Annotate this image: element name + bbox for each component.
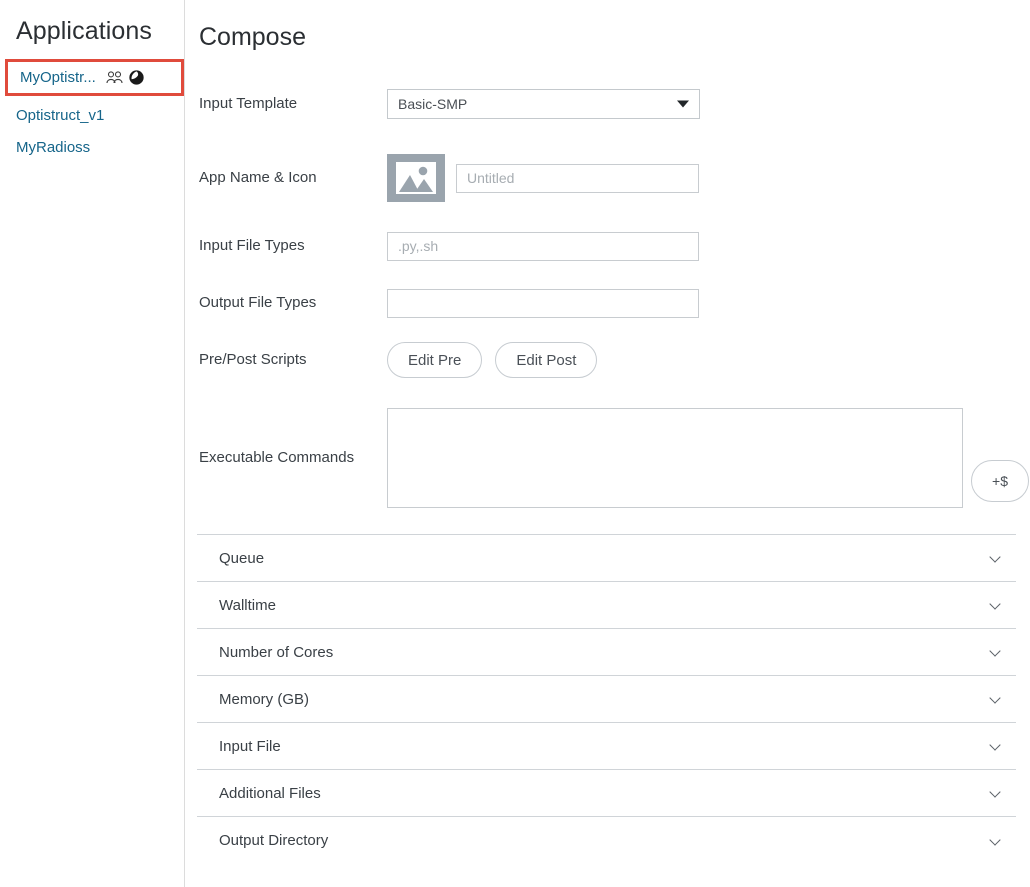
page-title: Compose xyxy=(199,23,306,51)
accordion-item-output-directory[interactable]: Output Directory xyxy=(197,817,1016,864)
sidebar-item-label: MyOptistr... xyxy=(20,69,96,86)
pre-post-scripts-control: Edit Pre Edit Post xyxy=(387,342,598,378)
row-output-file-types: Output File Types xyxy=(199,281,1030,325)
sidebar-item-myoptistruct[interactable]: MyOptistr... xyxy=(5,59,184,96)
chevron-down-icon xyxy=(990,646,1002,658)
input-file-types-label: Input File Types xyxy=(199,237,305,254)
sidebar-item-label: Optistruct_v1 xyxy=(16,106,105,124)
app-name-icon-control xyxy=(387,154,699,202)
output-file-types-label: Output File Types xyxy=(199,294,317,311)
executable-commands-control xyxy=(387,408,963,508)
edit-post-button[interactable]: Edit Post xyxy=(495,342,598,378)
pre-post-scripts-label: Pre/Post Scripts xyxy=(199,351,307,368)
globe-icon[interactable] xyxy=(129,70,144,85)
chevron-down-icon xyxy=(990,740,1002,752)
accordion-label: Walltime xyxy=(219,596,276,614)
input-template-label: Input Template xyxy=(199,95,298,112)
input-file-types-control xyxy=(387,231,699,261)
input-template-select[interactable]: Basic-SMP xyxy=(387,89,700,119)
input-template-value: Basic-SMP xyxy=(398,96,468,112)
compose-form: Input Template Basic-SMP App Name & Icon xyxy=(185,82,1030,514)
output-file-types-input[interactable] xyxy=(387,288,699,318)
chevron-down-icon xyxy=(990,552,1002,564)
accordion-label: Output Directory xyxy=(219,832,329,849)
app-name-input[interactable] xyxy=(456,163,699,193)
applications-sidebar: Applications MyOptistr... Optistruct_v1 … xyxy=(0,0,185,887)
executable-commands-textarea[interactable] xyxy=(387,408,963,508)
sidebar-item-icons xyxy=(106,70,144,85)
accordion-label: Number of Cores xyxy=(219,643,334,661)
chevron-down-icon xyxy=(990,835,1002,847)
accordion-item-input-file[interactable]: Input File xyxy=(197,723,1016,770)
accordion-item-memory-gb[interactable]: Memory (GB) xyxy=(197,676,1016,723)
compose-main-panel: Compose Input Template Basic-SMP App Nam… xyxy=(185,0,1030,887)
applications-list: MyOptistr... Optistruct_v1 MyRadioss xyxy=(0,59,184,163)
chevron-down-icon xyxy=(990,599,1002,611)
row-pre-post-scripts: Pre/Post Scripts Edit Pre Edit Post xyxy=(199,338,1030,382)
add-variable-button[interactable]: +$ xyxy=(971,460,1029,502)
accordion-label: Additional Files xyxy=(219,784,321,802)
image-placeholder-icon[interactable] xyxy=(387,154,445,202)
users-icon[interactable] xyxy=(106,71,123,84)
chevron-down-icon xyxy=(990,693,1002,705)
accordion-label: Input File xyxy=(219,737,281,755)
settings-accordion: Queue Walltime Number of Cores Memory (G… xyxy=(197,534,1016,864)
accordion-item-additional-files[interactable]: Additional Files xyxy=(197,770,1016,817)
sidebar-item-myradioss[interactable]: MyRadioss xyxy=(0,131,184,163)
edit-pre-button[interactable]: Edit Pre xyxy=(387,342,483,378)
sidebar-item-label: MyRadioss xyxy=(16,138,91,156)
accordion-label: Queue xyxy=(219,549,265,567)
output-file-types-control xyxy=(387,288,699,318)
chevron-down-icon xyxy=(990,787,1002,799)
row-executable-commands: Executable Commands +$ xyxy=(199,402,1030,514)
row-app-name-icon: App Name & Icon xyxy=(199,154,1030,202)
input-file-types-input[interactable] xyxy=(387,231,699,261)
sidebar-item-optistruct-v1[interactable]: Optistruct_v1 xyxy=(0,99,184,131)
app-name-icon-label: App Name & Icon xyxy=(199,169,317,186)
row-input-template: Input Template Basic-SMP xyxy=(199,82,1030,126)
row-input-file-types: Input File Types xyxy=(199,224,1030,268)
accordion-item-queue[interactable]: Queue xyxy=(197,535,1016,582)
input-template-control: Basic-SMP xyxy=(387,89,700,119)
accordion-item-walltime[interactable]: Walltime xyxy=(197,582,1016,629)
compose-application-page: Applications MyOptistr... Optistruct_v1 … xyxy=(0,0,1030,887)
sidebar-title: Applications xyxy=(16,17,153,45)
accordion-item-number-of-cores[interactable]: Number of Cores xyxy=(197,629,1016,676)
chevron-down-icon xyxy=(677,100,689,108)
executable-commands-label: Executable Commands xyxy=(199,449,355,466)
accordion-label: Memory (GB) xyxy=(219,690,309,708)
